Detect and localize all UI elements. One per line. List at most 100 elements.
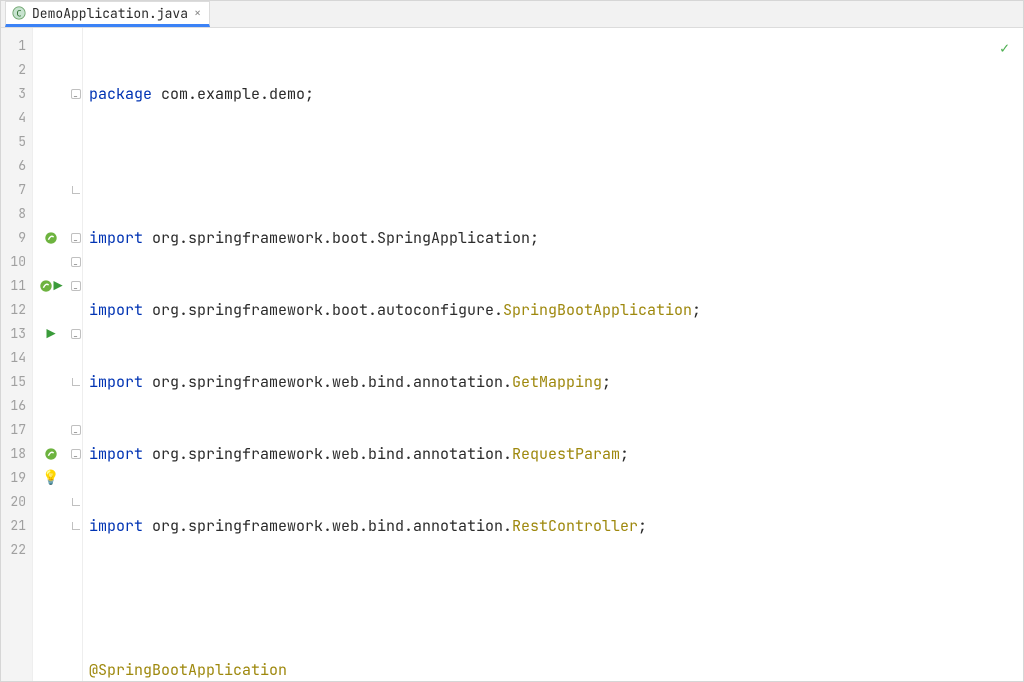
keyword: package <box>89 84 152 104</box>
line-number[interactable]: 9 <box>1 226 26 250</box>
class-icon: C <box>12 6 26 20</box>
fold-row <box>71 226 81 250</box>
line-number-gutter: 12345678910111213141516171819202122 <box>1 28 33 682</box>
tab-bar: C DemoApplication.java × <box>1 1 1023 28</box>
line-number[interactable]: 6 <box>1 154 26 178</box>
file-tab[interactable]: C DemoApplication.java × <box>5 1 210 27</box>
line-number[interactable]: 19 <box>1 466 26 490</box>
gutter-icon-row <box>33 394 69 418</box>
fold-end-icon <box>72 186 80 194</box>
line-number[interactable]: 21 <box>1 514 26 538</box>
fold-row <box>72 514 80 538</box>
intention-bulb-icon[interactable]: 💡 <box>42 466 59 490</box>
line-number[interactable]: 20 <box>1 490 26 514</box>
keyword: import <box>89 516 143 536</box>
gutter-icon-row <box>33 346 69 370</box>
keyword: import <box>89 300 143 320</box>
line-number[interactable]: 18 <box>1 442 26 466</box>
fold-toggle-icon[interactable] <box>71 89 81 99</box>
gutter-icon-row <box>33 178 69 202</box>
line-number[interactable]: 12 <box>1 298 26 322</box>
fold-row <box>71 322 81 346</box>
gutter-icon-row <box>33 202 69 226</box>
gutter-icon-row: 💡 <box>33 466 69 490</box>
annotation: RestController <box>512 516 638 536</box>
line-number[interactable]: 14 <box>1 346 26 370</box>
keyword: import <box>89 444 143 464</box>
fold-row <box>71 82 81 106</box>
fold-end-icon <box>72 378 80 386</box>
code-text: ; <box>638 516 647 536</box>
line-number[interactable]: 13 <box>1 322 26 346</box>
gutter-icon-row <box>33 58 69 82</box>
svg-text:C: C <box>16 10 21 20</box>
spring-icon <box>39 279 53 293</box>
code-area[interactable]: package com.example.demo; import org.spr… <box>83 28 1023 682</box>
fold-toggle-icon[interactable] <box>71 329 81 339</box>
line-number[interactable]: 5 <box>1 130 26 154</box>
fold-toggle-icon[interactable] <box>71 233 81 243</box>
gutter-icon-row <box>33 298 69 322</box>
gutter-icon-row <box>33 82 69 106</box>
fold-gutter <box>69 28 83 682</box>
tab-filename: DemoApplication.java <box>32 5 188 22</box>
gutter-icon-row <box>33 154 69 178</box>
fold-end-icon <box>72 522 80 530</box>
tab-close[interactable]: × <box>194 5 201 21</box>
editor-area: ✓ 12345678910111213141516171819202122 ▶▶… <box>1 28 1023 682</box>
gutter-icon-row: ▶ <box>33 274 69 298</box>
line-number[interactable]: 10 <box>1 250 26 274</box>
gutter-icon-row <box>33 370 69 394</box>
line-number[interactable]: 4 <box>1 106 26 130</box>
keyword: import <box>89 372 143 392</box>
line-number[interactable]: 1 <box>1 34 26 58</box>
fold-toggle-icon[interactable] <box>71 425 81 435</box>
line-number[interactable]: 7 <box>1 178 26 202</box>
line-number[interactable]: 11 <box>1 274 26 298</box>
code-text: org.springframework.boot.autoconfigure. <box>143 300 503 320</box>
fold-row <box>72 490 80 514</box>
annotation: GetMapping <box>512 372 602 392</box>
line-number[interactable]: 15 <box>1 370 26 394</box>
gutter-icon-row <box>33 490 69 514</box>
fold-row <box>72 178 80 202</box>
fold-end-icon <box>72 498 80 506</box>
code-text: ; <box>620 444 629 464</box>
annotation: RequestParam <box>512 444 620 464</box>
run-icon[interactable]: ▶ <box>46 322 55 346</box>
spring-icon <box>44 447 58 461</box>
fold-row <box>71 418 81 442</box>
code-text: org.springframework.web.bind.annotation. <box>143 444 512 464</box>
keyword: import <box>89 228 143 248</box>
fold-toggle-icon[interactable] <box>71 449 81 459</box>
gutter-icon-row <box>33 130 69 154</box>
gutter-icon-row <box>33 226 69 250</box>
line-number[interactable]: 17 <box>1 418 26 442</box>
fold-toggle-icon[interactable] <box>71 257 81 267</box>
gutter-icon-row <box>33 34 69 58</box>
code-text: ; <box>602 372 611 392</box>
code-text: org.springframework.boot.SpringApplicati… <box>143 228 539 248</box>
gutter-icon-row <box>33 106 69 130</box>
code-text: org.springframework.web.bind.annotation. <box>143 516 512 536</box>
fold-toggle-icon[interactable] <box>71 281 81 291</box>
line-number[interactable]: 3 <box>1 82 26 106</box>
code-text: com.example.demo; <box>152 84 314 104</box>
gutter-icon-row <box>33 514 69 538</box>
annotation: @SpringBootApplication <box>89 660 287 680</box>
fold-row <box>71 274 81 298</box>
gutter-icon-row <box>33 442 69 466</box>
fold-row <box>72 370 80 394</box>
fold-row <box>71 250 81 274</box>
code-text: ; <box>692 300 701 320</box>
gutter-icon-row <box>33 418 69 442</box>
gutter-icons: ▶ ▶ 💡 <box>33 28 69 682</box>
line-number[interactable]: 8 <box>1 202 26 226</box>
fold-row <box>71 442 81 466</box>
run-icon[interactable]: ▶ <box>53 274 62 298</box>
line-number[interactable]: 2 <box>1 58 26 82</box>
line-number[interactable]: 22 <box>1 538 26 562</box>
gutter-icon-row <box>33 538 69 562</box>
spring-icon <box>44 231 58 245</box>
line-number[interactable]: 16 <box>1 394 26 418</box>
